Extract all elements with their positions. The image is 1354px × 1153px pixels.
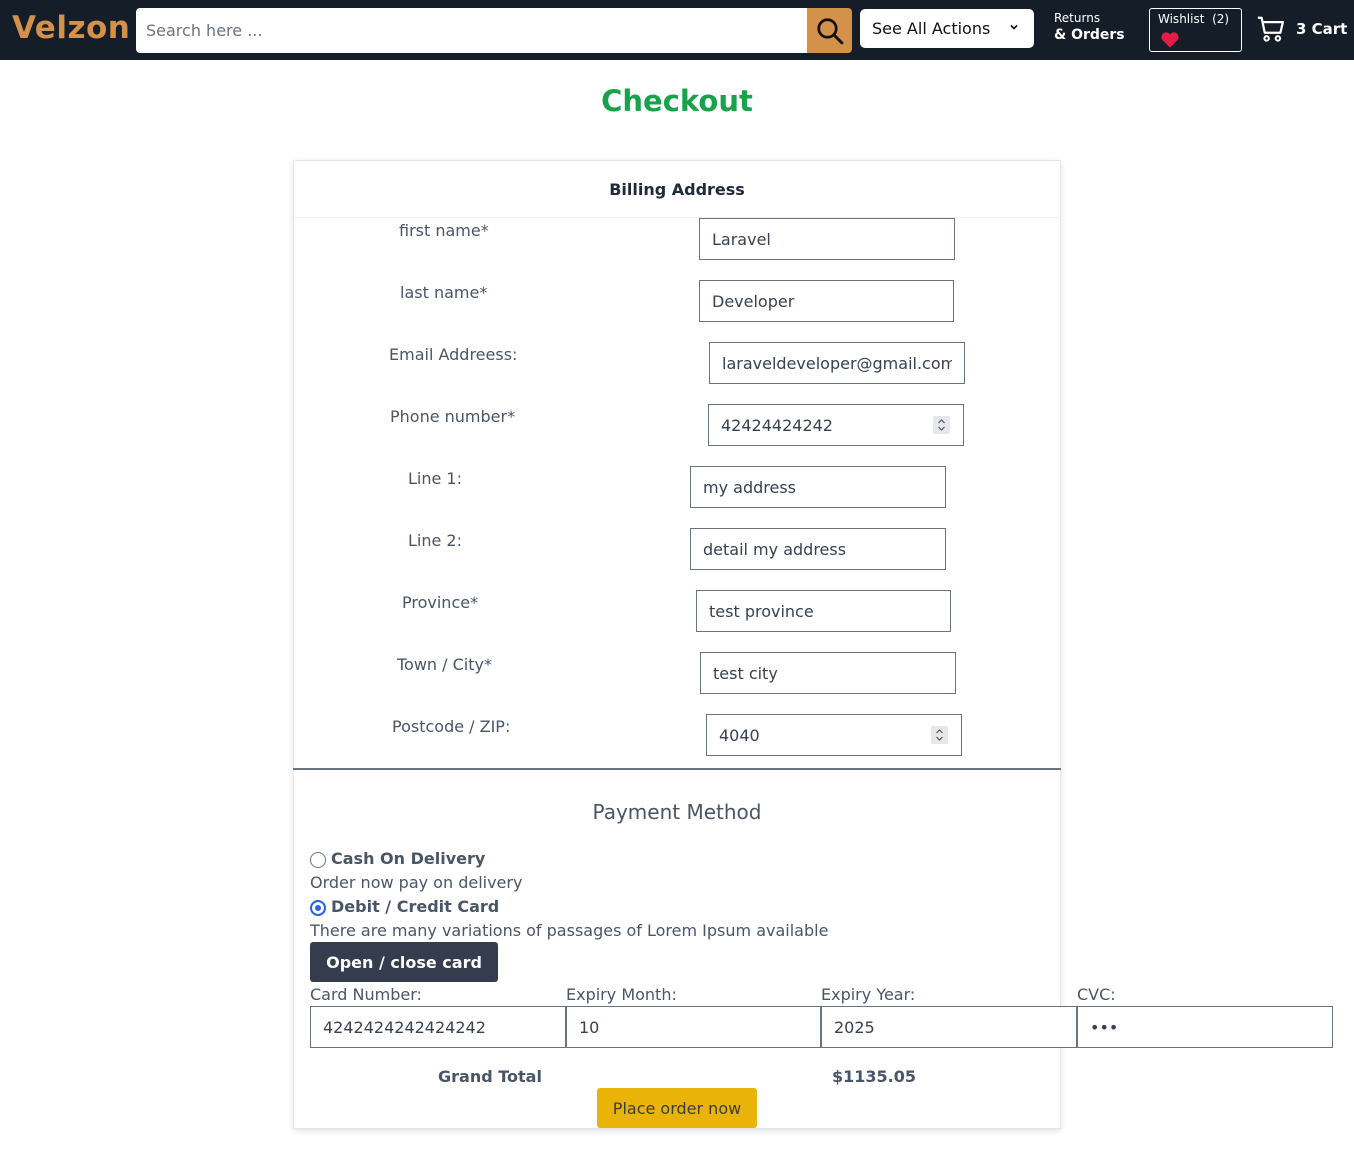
postcode-field[interactable] xyxy=(706,714,962,756)
cart-icon xyxy=(1257,16,1284,42)
first-name-field[interactable] xyxy=(699,218,955,260)
credit-card-radio[interactable] xyxy=(310,900,326,916)
grand-total-value: $1135.05 xyxy=(832,1067,917,1086)
page-title: Checkout xyxy=(601,84,753,118)
expiry-year-field[interactable] xyxy=(821,1006,1077,1048)
email-label: Email Addreess: xyxy=(389,345,518,364)
expiry-year-label: Expiry Year: xyxy=(821,985,916,1004)
province-field[interactable] xyxy=(696,590,951,632)
cart-label: 3 Cart xyxy=(1296,20,1348,38)
payment-method-title: Payment Method xyxy=(592,800,762,824)
city-field[interactable] xyxy=(700,652,956,694)
email-field[interactable] xyxy=(709,342,965,384)
cash-on-delivery-radio[interactable] xyxy=(310,852,326,868)
first-name-label: first name* xyxy=(399,221,489,240)
actions-select-value: See All Actions xyxy=(872,19,991,38)
cash-on-delivery-description: Order now pay on delivery xyxy=(310,873,523,892)
search-button[interactable] xyxy=(807,8,852,53)
line2-label: Line 2: xyxy=(408,531,462,550)
logo[interactable]: Velzon xyxy=(12,10,130,46)
returns-label: Returns xyxy=(1054,11,1101,25)
wishlist-count: (2) xyxy=(1212,12,1230,26)
card-number-label: Card Number: xyxy=(310,985,422,1004)
returns-orders-link[interactable]: Returns & Orders xyxy=(1054,11,1125,45)
toggle-card-button[interactable]: Open / close card xyxy=(310,942,498,982)
wishlist-button[interactable]: Wishlist (2) xyxy=(1149,8,1242,52)
orders-label: & Orders xyxy=(1054,27,1125,43)
credit-card-label[interactable]: Debit / Credit Card xyxy=(331,897,499,916)
province-label: Province* xyxy=(402,593,479,612)
place-order-button[interactable]: Place order now xyxy=(597,1088,757,1128)
section-divider xyxy=(293,768,1061,770)
cart-link[interactable]: 3 Cart xyxy=(1256,14,1347,44)
cvc-label: CVC: xyxy=(1077,985,1116,1004)
last-name-field[interactable] xyxy=(699,280,954,322)
cash-on-delivery-label[interactable]: Cash On Delivery xyxy=(331,849,485,868)
address-line2-field[interactable] xyxy=(690,528,946,570)
phone-label: Phone number* xyxy=(390,407,516,426)
city-label: Town / City* xyxy=(397,655,492,674)
expiry-month-field[interactable] xyxy=(566,1006,821,1048)
search-icon xyxy=(816,17,843,44)
phone-stepper[interactable] xyxy=(933,416,950,434)
expiry-month-label: Expiry Month: xyxy=(566,985,677,1004)
search-box xyxy=(136,8,808,53)
credit-card-description: There are many variations of passages of… xyxy=(310,921,829,940)
stepper-icon xyxy=(938,419,945,431)
cvc-field[interactable] xyxy=(1077,1006,1333,1048)
top-navbar: Velzon See All Actions Returns & Orders … xyxy=(0,0,1354,60)
card-number-field[interactable] xyxy=(310,1006,566,1048)
phone-field[interactable] xyxy=(708,404,964,446)
address-line1-field[interactable] xyxy=(690,466,946,508)
heart-icon xyxy=(1161,32,1179,48)
actions-select[interactable]: See All Actions xyxy=(860,9,1034,48)
line1-label: Line 1: xyxy=(408,469,462,488)
last-name-label: last name* xyxy=(400,283,488,302)
search-input[interactable] xyxy=(136,8,808,53)
postcode-label: Postcode / ZIP: xyxy=(392,717,511,736)
postcode-stepper[interactable] xyxy=(931,726,948,744)
chevron-down-icon xyxy=(1010,24,1018,30)
billing-address-title: Billing Address xyxy=(294,161,1060,218)
grand-total-label: Grand Total xyxy=(438,1067,542,1086)
stepper-icon xyxy=(936,729,943,741)
wishlist-label: Wishlist (2) xyxy=(1158,12,1230,26)
